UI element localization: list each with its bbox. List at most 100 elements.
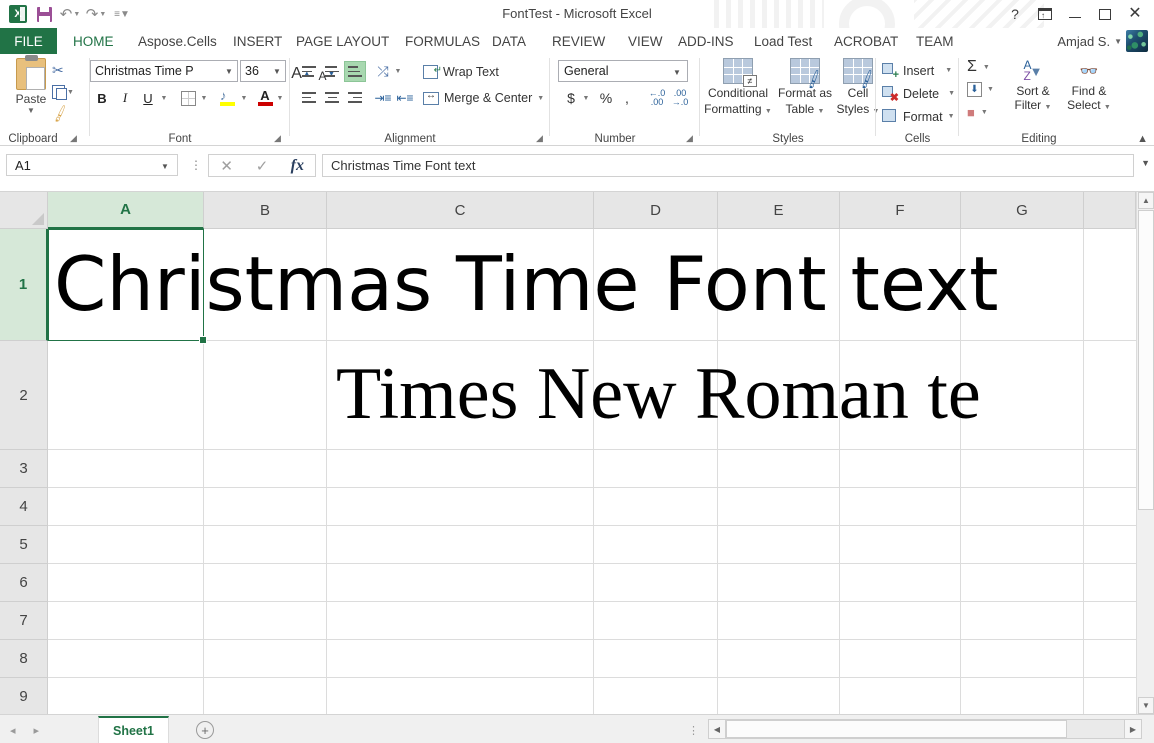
column-header-f[interactable]: F — [840, 192, 961, 229]
column-header-g[interactable]: G — [961, 192, 1084, 229]
formula-input[interactable]: Christmas Time Font text — [322, 154, 1134, 177]
select-all-button[interactable] — [0, 192, 48, 229]
redo-icon[interactable]: ↷▼ — [84, 3, 108, 25]
vertical-scroll-thumb[interactable] — [1138, 210, 1154, 510]
row-header-1[interactable]: 1 — [0, 229, 48, 341]
font-name-input[interactable]: Christmas Time P ▼ — [90, 60, 238, 82]
user-name[interactable]: Amjad S. — [1057, 34, 1110, 49]
borders-dropdown[interactable]: ▼ — [198, 87, 210, 109]
font-color-dropdown[interactable]: ▼ — [274, 87, 286, 109]
add-sheet-button[interactable]: + — [196, 721, 214, 739]
cancel-formula-icon[interactable]: ✕ — [209, 155, 244, 176]
cut-button[interactable]: ✂ — [52, 59, 86, 81]
column-header-partial[interactable] — [1084, 192, 1136, 229]
font-dialog-launcher[interactable]: ◢ — [274, 133, 281, 144]
column-header-d[interactable]: D — [594, 192, 718, 229]
expand-formula-bar-icon[interactable]: ▼ — [1141, 158, 1150, 168]
number-format-select[interactable]: General ▼ — [558, 60, 688, 82]
font-color-button[interactable]: A — [256, 86, 274, 108]
column-header-a[interactable]: A — [48, 192, 204, 229]
vertical-scrollbar[interactable]: ▲ ▼ — [1136, 192, 1154, 714]
customize-qat-icon[interactable]: ≡▼ — [110, 3, 134, 25]
underline-dropdown[interactable]: ▼ — [158, 87, 170, 109]
align-center-button[interactable] — [321, 87, 343, 108]
scroll-down-arrow[interactable]: ▼ — [1138, 697, 1154, 714]
decrease-decimal-button[interactable]: .00→.0 — [669, 87, 691, 109]
chevron-down-icon[interactable]: ▼ — [67, 89, 74, 96]
cell-area[interactable]: Christmas Time Font text Times New Roman… — [48, 229, 1154, 714]
maximize-icon[interactable] — [1090, 1, 1120, 27]
tab-team[interactable]: TEAM — [905, 28, 965, 54]
tab-home[interactable]: HOME — [62, 28, 125, 54]
minimize-icon[interactable] — [1060, 1, 1090, 27]
tab-acrobat[interactable]: ACROBAT — [823, 28, 909, 54]
enter-formula-icon[interactable]: ✓ — [244, 155, 279, 176]
paste-button[interactable]: Paste ▼ — [8, 58, 54, 115]
horizontal-scrollbar[interactable]: ◀ ▶ — [708, 719, 1142, 739]
column-header-c[interactable]: C — [327, 192, 594, 229]
orientation-dropdown[interactable]: ▼ — [392, 61, 404, 82]
selected-cell-outline[interactable] — [48, 229, 204, 341]
chevron-down-icon[interactable]: ▼ — [948, 90, 955, 97]
autosum-button[interactable]: Σ ▼ — [967, 59, 990, 75]
percent-button[interactable]: % — [596, 87, 616, 109]
sort-and-filter-button[interactable]: AZ▼ Sort & Filter ▼ — [1007, 58, 1059, 115]
decrease-indent-button[interactable]: ⇥≡ — [372, 87, 394, 108]
chevron-down-icon[interactable]: ▼ — [221, 61, 237, 81]
middle-align-button[interactable] — [321, 61, 343, 82]
horizontal-scroll-thumb[interactable] — [726, 720, 1067, 738]
align-left-button[interactable] — [298, 87, 320, 108]
tab-page-layout[interactable]: PAGE LAYOUT — [285, 28, 400, 54]
row-header-9[interactable]: 9 — [0, 678, 48, 714]
orientation-button[interactable]: ⤮ — [372, 61, 394, 82]
name-box[interactable]: A1 ▼ — [6, 154, 178, 176]
ribbon-display-options-icon[interactable] — [1030, 1, 1060, 27]
font-size-input[interactable]: 36 ▼ — [240, 60, 286, 82]
fill-color-dropdown[interactable]: ▼ — [238, 87, 250, 109]
tab-add-ins[interactable]: ADD-INS — [667, 28, 745, 54]
previous-sheet-icon[interactable]: ◂ — [10, 724, 16, 737]
chevron-down-icon[interactable]: ▼ — [269, 61, 285, 81]
next-sheet-icon[interactable]: ▸ — [34, 724, 40, 737]
italic-button[interactable]: I — [115, 87, 135, 109]
chevron-down-icon[interactable]: ▼ — [981, 109, 988, 116]
copy-button[interactable]: ▼ — [52, 81, 86, 103]
collapse-ribbon-icon[interactable]: ▲ — [1137, 133, 1148, 145]
chevron-down-icon[interactable]: ▼ — [669, 62, 685, 82]
chevron-down-icon[interactable]: ▼ — [8, 106, 54, 115]
tab-aspose-cells[interactable]: Aspose.Cells — [127, 28, 228, 54]
find-and-select-button[interactable]: 👓 Find & Select ▼ — [1063, 58, 1115, 115]
row-header-3[interactable]: 3 — [0, 450, 48, 488]
conditional-formatting-button[interactable]: ≠ Conditional Formatting ▼ — [702, 58, 774, 119]
help-icon[interactable]: ? — [1000, 1, 1030, 27]
tab-file[interactable]: FILE — [0, 28, 57, 54]
tab-review[interactable]: REVIEW — [541, 28, 616, 54]
chevron-down-icon[interactable]: ▼ — [945, 67, 952, 74]
currency-button[interactable]: $ — [562, 87, 580, 109]
sheet-tab-sheet1[interactable]: Sheet1 — [98, 716, 169, 743]
avatar[interactable] — [1126, 30, 1148, 52]
alignment-dialog-launcher[interactable]: ◢ — [536, 133, 543, 144]
scroll-up-arrow[interactable]: ▲ — [1138, 192, 1154, 209]
tab-formulas[interactable]: FORMULAS — [394, 28, 491, 54]
fill-button[interactable]: ⬇ ▼ — [967, 82, 994, 97]
row-header-2[interactable]: 2 — [0, 341, 48, 450]
bottom-align-button[interactable] — [344, 61, 366, 82]
split-handle[interactable]: ⋮ — [688, 724, 699, 737]
chevron-down-icon[interactable]: ▼ — [987, 86, 994, 93]
close-icon[interactable]: ✕ — [1120, 1, 1150, 27]
number-dialog-launcher[interactable]: ◢ — [686, 133, 693, 144]
chevron-down-icon[interactable]: ▼ — [537, 95, 544, 102]
currency-dropdown[interactable]: ▼ — [580, 87, 592, 109]
underline-button[interactable]: U — [138, 87, 158, 109]
top-align-button[interactable] — [298, 61, 320, 82]
tab-load-test[interactable]: Load Test — [743, 28, 823, 54]
scroll-right-arrow[interactable]: ▶ — [1124, 720, 1141, 738]
comma-style-button[interactable]: , — [618, 87, 636, 109]
clipboard-dialog-launcher[interactable]: ◢ — [70, 133, 77, 144]
chevron-down-icon[interactable]: ▼ — [948, 113, 955, 120]
delete-cells-button[interactable]: ✖ Delete ▼ — [882, 82, 955, 105]
row-header-4[interactable]: 4 — [0, 488, 48, 526]
fill-color-button[interactable]: ♪ — [218, 86, 238, 108]
row-header-8[interactable]: 8 — [0, 640, 48, 678]
